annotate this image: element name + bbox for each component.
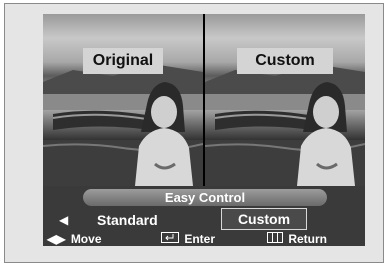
original-label: Original [83,48,163,74]
enter-icon [161,232,179,246]
help-enter-label: Enter [184,232,216,246]
preview-photo-original [43,64,203,186]
preview-custom: Custom [205,14,365,186]
option-standard[interactable]: Standard [97,212,158,228]
help-return-label: Return [288,232,328,246]
preview-original: Original [43,14,203,186]
easy-control-menu: Easy Control ◀ Standard Custom ◀▶ Move E… [43,186,365,246]
help-return: Return [267,232,327,246]
help-move-label: Move [70,232,102,246]
tv-screen-frame: Original Custom Easy Control ◀ Standard … [4,3,384,263]
help-bar: ◀▶ Move Enter Return [43,232,365,246]
help-move: ◀▶ Move [47,232,102,246]
left-arrow-icon[interactable]: ◀ [59,213,68,227]
option-custom[interactable]: Custom [221,208,307,230]
help-enter: Enter [161,232,215,246]
preview-photo-custom [205,64,365,186]
move-arrows-icon: ◀▶ [47,232,66,246]
menu-title: Easy Control [83,189,327,206]
tv-screen: Original Custom Easy Control ◀ Standard … [43,14,365,246]
custom-label: Custom [237,48,333,74]
mode-selector[interactable]: ◀ Standard Custom [43,208,365,230]
menu-icon [267,232,283,246]
